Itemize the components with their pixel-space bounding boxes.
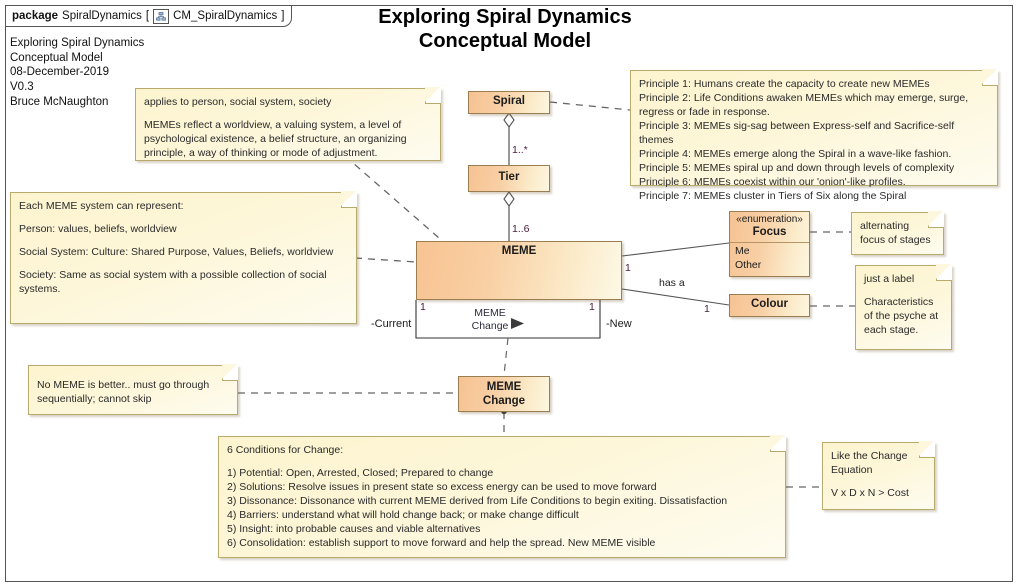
bracket-open: [ <box>145 10 150 22</box>
note-conditions-for-change[interactable]: 6 Conditions for Change: 1) Potential: O… <box>218 435 786 558</box>
condition-line: 4) Barriers: understand what will hold c… <box>227 508 579 521</box>
class-colour-name: Colour <box>750 298 789 310</box>
class-spiral[interactable]: Spiral <box>468 91 550 114</box>
note-meme-system-line-3: Social System: Culture: Shared Purpose, … <box>19 245 334 258</box>
class-meme-change-name-line-2: Change <box>482 394 526 407</box>
note-fold-icon <box>341 191 357 208</box>
class-tier-name: Tier <box>498 171 520 183</box>
class-focus[interactable]: «enumeration» Focus Me Other <box>729 211 810 277</box>
note-applies-to[interactable]: applies to person, social system, societ… <box>135 87 441 161</box>
condition-line: 6) Consolidation: establish support to m… <box>227 536 656 549</box>
bracket-close: ] <box>281 10 285 22</box>
note-applies-line-2: MEMEs reflect a worldview, a valuing sys… <box>144 118 407 159</box>
class-meme[interactable]: MEME <box>416 241 622 300</box>
note-change-equation-line-2: V x D x N > Cost <box>831 486 909 499</box>
note-fold-icon <box>222 364 238 381</box>
principle-line: Principle 3: MEMEs sig-sag between Expre… <box>639 119 955 146</box>
condition-line: 5) Insight: into probable causes and via… <box>227 522 481 535</box>
multiplicity-meme-new: 1 <box>589 301 595 313</box>
principle-line: Principle 5: MEMEs spiral up and down th… <box>639 161 955 174</box>
note-alternating-text: alternating focus of stages <box>860 220 931 246</box>
class-focus-stereotype: «enumeration» <box>736 214 803 225</box>
package-name: SpiralDynamics <box>62 10 142 22</box>
association-name-line-1: MEME <box>474 307 506 319</box>
meta-line-2: Conceptual Model <box>10 51 103 64</box>
note-applies-line-1: applies to person, social system, societ… <box>144 96 332 108</box>
principle-line: Principle 4: MEMEs emerge along the Spir… <box>639 147 952 160</box>
diagram-canvas: package SpiralDynamics [ CM_SpiralDynami… <box>0 0 1019 588</box>
note-just-a-label[interactable]: just a label Characteristics of the psyc… <box>855 264 952 350</box>
meta-line-3: 08-December-2019 <box>10 66 110 79</box>
note-meme-system[interactable]: Each MEME system can represent: Person: … <box>10 191 357 324</box>
meta-line-4: V0.3 <box>10 81 34 94</box>
condition-line: 1) Potential: Open, Arrested, Closed; Pr… <box>227 466 494 479</box>
note-no-meme-text: No MEME is better.. must go through sequ… <box>37 379 210 405</box>
note-meme-system-line-1: Each MEME system can represent: <box>19 200 184 212</box>
note-fold-icon <box>928 211 944 228</box>
note-fold-icon <box>919 441 935 458</box>
meta-line-5: Bruce McNaughton <box>10 95 109 108</box>
note-fold-icon <box>982 69 998 86</box>
meta-line-1: Exploring Spiral Dynamics <box>10 37 145 49</box>
class-meme-change-name-line-1: MEME <box>486 381 522 393</box>
association-name-meme-change: MEME Change <box>455 307 525 332</box>
class-diagram-icon <box>153 8 170 24</box>
class-colour[interactable]: Colour <box>729 294 810 317</box>
condition-line: 2) Solutions: Resolve issues in present … <box>227 480 657 493</box>
multiplicity-meme-current: 1 <box>420 301 426 313</box>
note-just-label-line-2: Characteristics of the psyche at each st… <box>864 295 939 336</box>
title-line-1: Exploring Spiral Dynamics <box>378 6 632 28</box>
note-no-meme-is-better[interactable]: No MEME is better.. must go through sequ… <box>28 364 238 415</box>
note-conditions-heading: 6 Conditions for Change: <box>227 444 344 456</box>
principle-line: Principle 6: MEMEs coexist within our 'o… <box>639 175 906 188</box>
class-focus-header: «enumeration» Focus <box>730 212 809 242</box>
class-focus-literals: Me Other <box>730 242 809 275</box>
multiplicity-spiral-tier: 1..* <box>512 144 528 156</box>
note-fold-icon <box>425 87 441 104</box>
note-meme-system-line-4: Society: Same as social system with a po… <box>19 268 327 295</box>
note-fold-icon <box>770 435 786 452</box>
package-header-tab: package SpiralDynamics [ CM_SpiralDynami… <box>5 5 292 27</box>
association-label-has-a: has a <box>659 277 685 289</box>
principle-line: Principle 1: Humans create the capacity … <box>639 78 930 90</box>
class-meme-name: MEME <box>501 245 537 257</box>
note-change-equation[interactable]: Like the Change Equation V x D x N > Cos… <box>822 441 935 510</box>
role-current: -Current <box>371 318 412 330</box>
class-tier[interactable]: Tier <box>468 165 550 192</box>
class-meme-change[interactable]: MEME Change <box>458 376 550 412</box>
note-fold-icon <box>936 264 952 281</box>
note-change-equation-line-1: Like the Change Equation <box>831 450 908 476</box>
role-new: -New <box>606 318 632 330</box>
association-name-line-2: Change <box>471 319 509 332</box>
package-keyword: package <box>12 10 59 22</box>
title-line-2: Conceptual Model <box>418 29 592 52</box>
condition-line: 3) Dissonance: Dissonance with current M… <box>227 494 728 507</box>
multiplicity-meme-colour: 1 <box>704 303 710 315</box>
enum-literal: Me <box>735 245 750 258</box>
multiplicity-tier-meme: 1..6 <box>512 223 530 235</box>
multiplicity-meme-focus: 1 <box>625 262 631 274</box>
note-alternating-focus[interactable]: alternating focus of stages <box>851 211 944 255</box>
principle-line: Principle 7: MEMEs cluster in Tiers of S… <box>639 189 907 202</box>
enum-literal: Other <box>735 258 762 271</box>
diagram-metadata: Exploring Spiral Dynamics Conceptual Mod… <box>10 36 144 110</box>
note-just-label-line-1: just a label <box>864 273 915 285</box>
note-principles[interactable]: Principle 1: Humans create the capacity … <box>630 69 998 202</box>
package-diagram-name: CM_SpiralDynamics <box>173 10 278 22</box>
class-focus-name: Focus <box>752 225 787 238</box>
class-spiral-name: Spiral <box>493 95 525 107</box>
note-meme-system-line-2: Person: values, beliefs, worldview <box>19 222 177 235</box>
principle-line: Principle 2: Life Conditions awaken MEME… <box>639 91 969 118</box>
diagram-title: Exploring Spiral Dynamics Conceptual Mod… <box>330 6 680 53</box>
